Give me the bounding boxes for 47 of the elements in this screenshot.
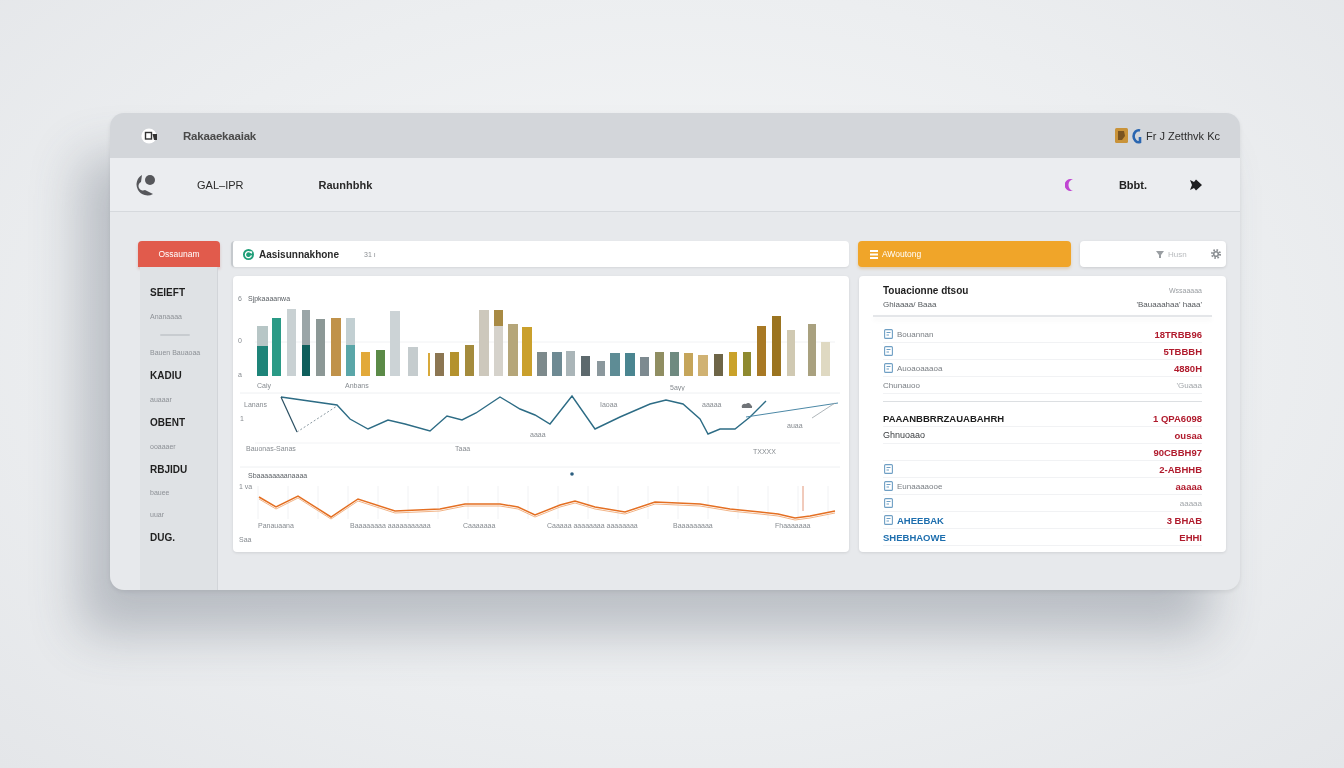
row-value: 18TRBB96: [1154, 328, 1202, 340]
row-value: 'Guaaa: [1176, 380, 1202, 390]
sidebar-heading[interactable]: RBJIDU: [150, 463, 188, 476]
sidebar-heading[interactable]: OBENT: [150, 416, 185, 429]
moon-icon[interactable]: [1064, 178, 1075, 191]
list-icon: [870, 249, 878, 259]
point-marker-icon: [570, 472, 574, 476]
nav-link[interactable]: Raunhbhk: [318, 178, 373, 191]
settings-icon[interactable]: [1211, 249, 1221, 259]
account-link[interactable]: Bbbt.: [1118, 178, 1147, 191]
row-label: Auoaoaaaoa: [897, 363, 943, 373]
refresh-icon[interactable]: [243, 248, 254, 260]
row-value: EHHI: [1179, 531, 1202, 543]
sidebar-heading[interactable]: SEIEFT: [150, 287, 185, 299]
brand-link[interactable]: GAL–IPR: [197, 178, 244, 191]
row-label: Chunauoo: [883, 380, 920, 390]
row-label: Eunaaaaooe: [897, 481, 943, 491]
filter-icon: [1156, 251, 1164, 258]
panel-title: Aasisunnakhone: [259, 248, 340, 260]
title-bar-text: Fr J Zetthvk Kc: [1146, 129, 1220, 142]
sidebar-heading[interactable]: DUG.: [150, 531, 175, 544]
tile-icon: [1115, 128, 1129, 143]
row-label: Ghnuoaao: [883, 430, 926, 440]
app-logo-icon: [141, 127, 158, 144]
cloud-icon: [741, 403, 753, 408]
card-subtitle: Ghiaaaa/ Baaa: [883, 299, 937, 309]
row-link[interactable]: AHEEBAK: [897, 514, 944, 526]
search-field[interactable]: Husn: [1080, 241, 1226, 267]
window-title: Rakaaekaaiak: [183, 129, 257, 142]
row-value: 90CBBH97: [1153, 446, 1202, 458]
row-value: 3 BHAB: [1166, 514, 1202, 526]
row-value: 4880H: [1174, 362, 1202, 374]
sidebar-button[interactable]: Ossaunam: [138, 241, 220, 267]
row-value: ousaa: [1174, 429, 1202, 441]
arrow-icon[interactable]: [1190, 178, 1202, 191]
row-value: aaaaa: [1179, 498, 1202, 508]
row-value: 5TBBBH: [1163, 345, 1202, 357]
card-meta: 'Bauaaahaa' haaa': [1136, 299, 1202, 309]
logo-icon: [1131, 127, 1143, 144]
row-value: 2-ABHHB: [1159, 463, 1202, 475]
row-link[interactable]: SHEBHAOWE: [883, 531, 946, 543]
sidebar-heading[interactable]: KADIU: [150, 370, 182, 383]
row-value: 1 QPA6098: [1153, 412, 1202, 424]
card-title: Touacionne dtsou: [883, 284, 969, 296]
section-heading: PAAANBBRRZAUABAHRH: [883, 412, 1005, 424]
row-value: aaaaa: [1175, 480, 1202, 492]
row-label: Bouannan: [897, 329, 934, 339]
